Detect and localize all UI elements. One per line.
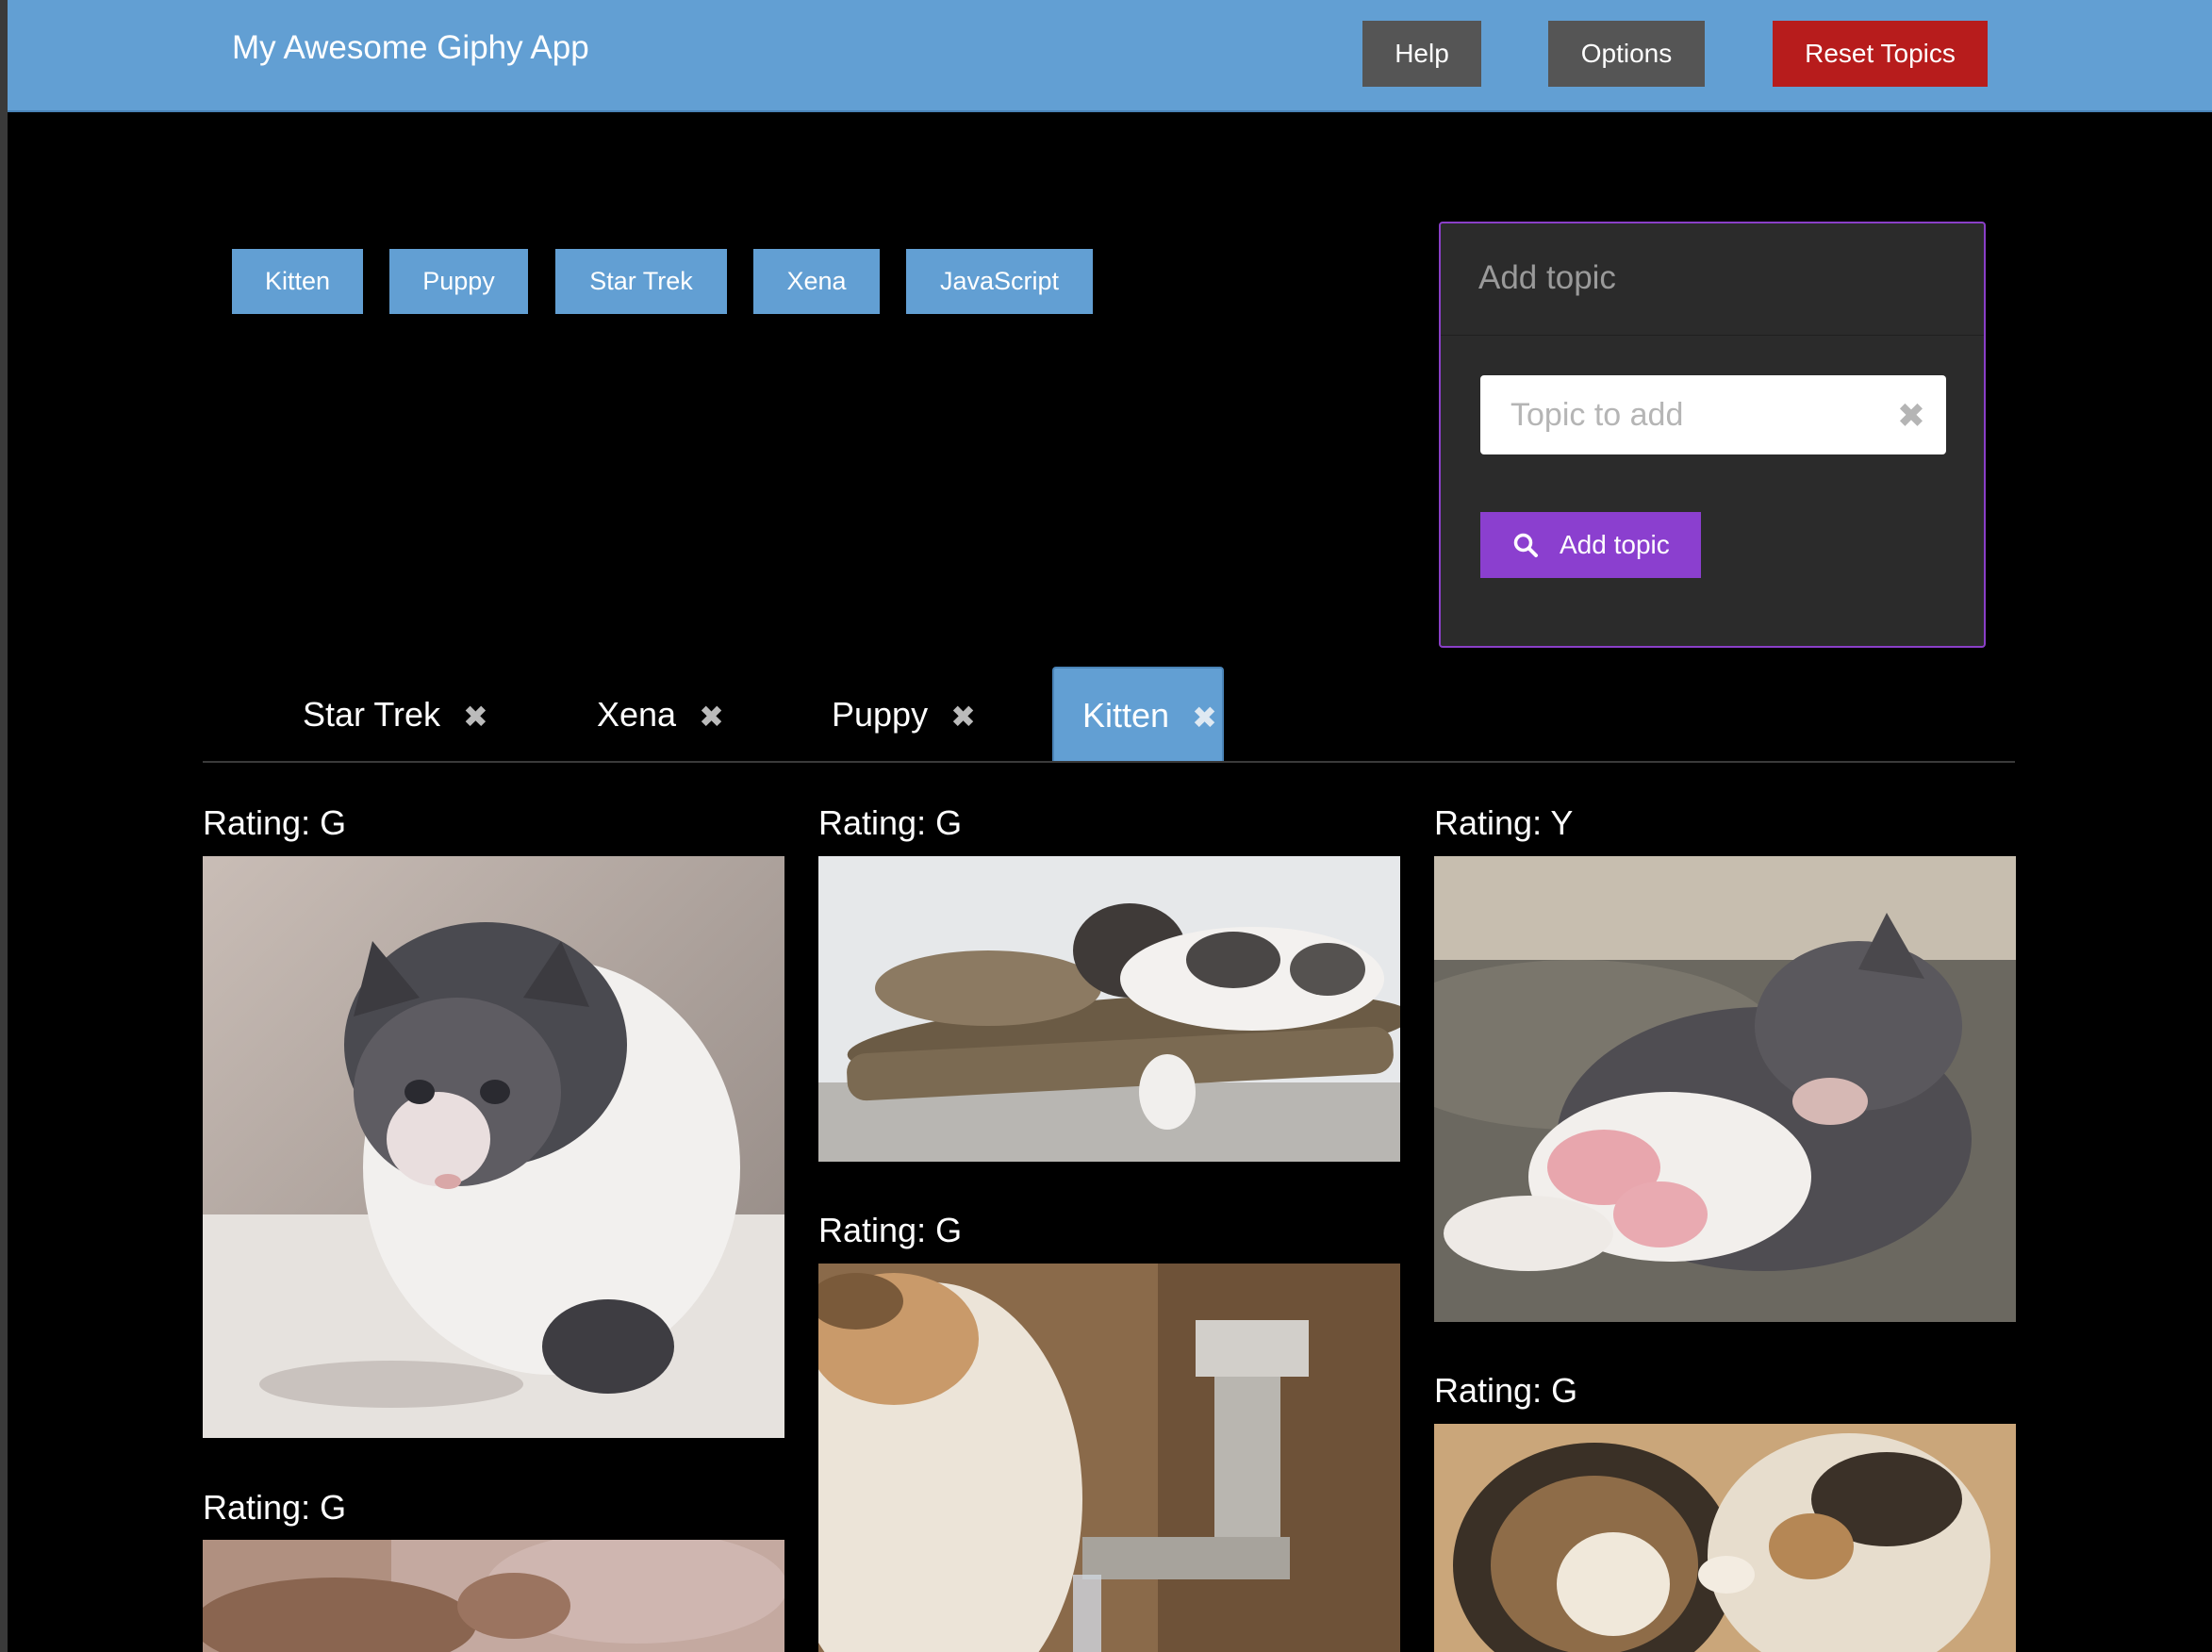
gif-rating: Rating: G [818,803,963,842]
window-edge [0,0,8,1652]
add-topic-panel: Add topic ✖ Add topic [1439,222,1986,648]
add-topic-title: Add topic [1441,223,1984,336]
tabs-divider [203,761,2015,763]
gif-rating: Rating: G [203,1488,347,1527]
tab-puppy[interactable]: Puppy ✖ [832,667,976,762]
add-topic-button-label: Add topic [1560,530,1670,559]
navbar: My Awesome Giphy App Help Options Reset … [8,0,2212,112]
close-icon[interactable]: ✖ [1192,700,1217,735]
gif-rating: Rating: G [1434,1371,1578,1410]
tab-label: Star Trek [303,694,441,734]
tab-label: Kitten [1082,695,1170,735]
gif-kitten-paws[interactable] [1434,856,2016,1322]
topic-input-wrapper: ✖ [1480,375,1946,454]
gif-kittens-sleeping[interactable] [818,856,1400,1162]
topic-button-javascript[interactable]: JavaScript [906,249,1093,314]
tab-label: Puppy [832,694,929,734]
search-icon [1513,533,1538,557]
gif-kitten-hand[interactable] [203,1540,784,1652]
tab-star-trek[interactable]: Star Trek ✖ [303,667,488,762]
app-brand[interactable]: My Awesome Giphy App [232,29,589,67]
topic-button-star-trek[interactable]: Star Trek [555,249,727,314]
gif-kitten-sitting[interactable] [203,856,784,1438]
topic-input[interactable] [1480,375,1876,454]
help-button[interactable]: Help [1362,21,1481,87]
topic-button-xena[interactable]: Xena [753,249,880,314]
add-topic-button[interactable]: Add topic [1480,512,1701,578]
close-icon[interactable]: ✖ [699,699,724,735]
gif-rating: Rating: G [818,1211,963,1249]
gif-kitten-faucet[interactable] [818,1264,1400,1652]
gif-rating: Rating: Y [1434,803,1574,842]
topic-button-kitten[interactable]: Kitten [232,249,363,314]
close-icon[interactable]: ✖ [950,699,976,735]
options-button[interactable]: Options [1548,21,1705,87]
tab-label: Xena [597,694,677,734]
gif-kittens-pair[interactable] [1434,1424,2016,1652]
tab-xena[interactable]: Xena ✖ [597,667,724,762]
reset-topics-button[interactable]: Reset Topics [1773,21,1988,87]
topic-button-puppy[interactable]: Puppy [389,249,528,314]
close-icon[interactable]: ✖ [463,699,488,735]
tab-kitten[interactable]: Kitten ✖ [1052,667,1224,762]
close-icon[interactable]: ✖ [1897,396,1925,436]
gif-rating: Rating: G [203,803,347,842]
